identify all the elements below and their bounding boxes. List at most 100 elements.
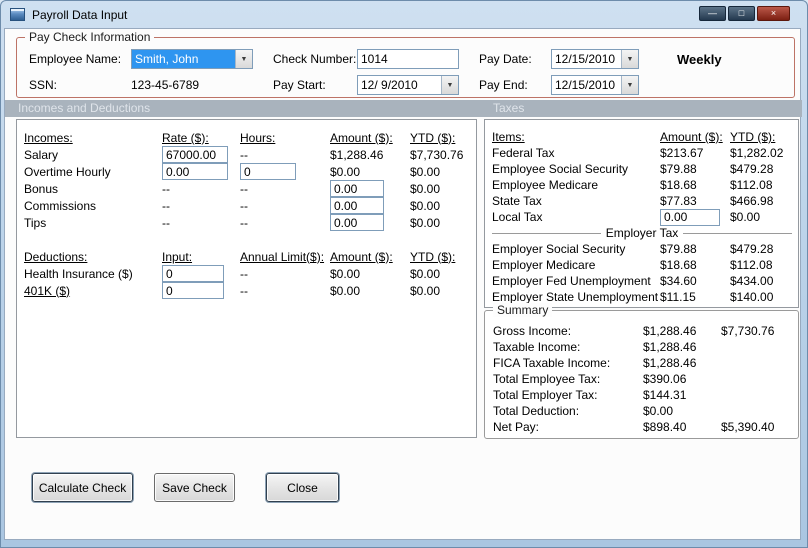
tax-cell: $79.88 (660, 242, 697, 256)
tax-cell: $112.08 (730, 258, 773, 272)
income-cell: $0.00 (410, 181, 441, 196)
income-cell: -- (162, 215, 170, 230)
tax-row-label: Employer Fed Unemployment (492, 274, 651, 288)
close-button[interactable]: × (757, 6, 790, 21)
employee-name-dropdown-button[interactable]: ▼ (235, 50, 252, 68)
employee-name-combobox[interactable]: Smith, John ▼ (131, 49, 253, 69)
tax-cell: $34.60 (660, 274, 697, 288)
rate-header: Rate ($): (162, 130, 209, 145)
pay-start-picker[interactable]: 12/ 9/2010 ▼ (357, 75, 459, 95)
summary-row-label: Taxable Income: (493, 340, 581, 354)
summary-group-label: Summary (493, 303, 553, 317)
check-number-input[interactable] (357, 49, 459, 69)
maximize-button[interactable]: □ (728, 6, 755, 21)
summary-cell: $0.00 (643, 404, 674, 418)
tax-cell: $77.83 (660, 194, 697, 208)
pay-end-label: Pay End: (479, 78, 528, 92)
summary-row-label: Total Employer Tax: (493, 388, 598, 402)
deduction-cell: $0.00 (410, 283, 441, 298)
minimize-button[interactable]: — (699, 6, 726, 21)
income-row-label: Commissions (24, 198, 97, 213)
pay-end-picker[interactable]: 12/15/2010 ▼ (551, 75, 639, 95)
employee-name-label: Employee Name: (29, 52, 122, 66)
overtime-hours-input[interactable] (240, 163, 296, 180)
tax-cell: $0.00 (730, 210, 761, 224)
deduction-cell: $0.00 (330, 283, 361, 298)
calculate-check-button[interactable]: Calculate Check (32, 473, 133, 502)
deduction-row-label: Health Insurance ($) (24, 266, 133, 281)
employer-tax-divider: Employer Tax (492, 225, 792, 241)
pay-start-label: Pay Start: (273, 78, 326, 92)
app-icon (10, 8, 25, 21)
pay-start-dropdown-button[interactable]: ▼ (441, 76, 458, 94)
save-check-button[interactable]: Save Check (154, 473, 235, 502)
tax-cell: $434.00 (730, 274, 774, 288)
tax-cell: $466.98 (730, 194, 774, 208)
income-cell: -- (240, 198, 248, 213)
tax-row-label: Employee Social Security (492, 162, 629, 176)
tips-amount-input[interactable] (330, 214, 384, 231)
titlebar[interactable]: Payroll Data Input — □ × (4, 1, 799, 28)
tax-row-label: Employer Medicare (492, 258, 596, 272)
summary-cell: $7,730.76 (721, 324, 775, 338)
employer-tax-group-label: Employer Tax (605, 226, 679, 240)
summary-cell: $1,288.46 (643, 324, 697, 338)
input-header: Input: (162, 249, 193, 264)
overtime-rate-input[interactable] (162, 163, 228, 180)
paycheck-group-label: Pay Check Information (25, 30, 155, 44)
health-insurance-input[interactable] (162, 265, 224, 282)
tax-cell: $1,282.02 (730, 146, 784, 160)
income-row-label: Bonus (24, 181, 59, 196)
pay-frequency-label: Weekly (677, 51, 722, 67)
summary-cell: $5,390.40 (721, 420, 775, 434)
close-icon: × (770, 8, 777, 18)
income-cell: $0.00 (410, 164, 441, 179)
pay-date-picker[interactable]: 12/15/2010 ▼ (551, 49, 639, 69)
deduction-cell: -- (240, 266, 248, 281)
deduction-cell: $0.00 (410, 266, 441, 281)
ssn-label: SSN: (29, 78, 58, 92)
deductions-header: Deductions: (24, 249, 88, 264)
local-tax-input[interactable] (660, 208, 720, 226)
pay-end-dropdown-button[interactable]: ▼ (621, 76, 638, 94)
window-title: Payroll Data Input (32, 7, 128, 22)
commissions-amount-input[interactable] (330, 197, 384, 214)
summary-cell: $144.31 (643, 388, 687, 402)
tax-cell: $213.67 (660, 146, 704, 160)
close-dialog-button[interactable]: Close (266, 473, 339, 502)
tax-cell: $140.00 (730, 290, 774, 304)
tax-row-label: Federal Tax (492, 146, 555, 160)
income-cell: -- (240, 215, 248, 230)
summary-cell: $1,288.46 (643, 340, 697, 354)
summary-row-label: Total Deduction: (493, 404, 580, 418)
income-row-label: Salary (24, 147, 59, 162)
k401-input[interactable] (162, 282, 224, 299)
bonus-amount-input[interactable] (330, 180, 384, 197)
pay-end-value: 12/15/2010 (555, 78, 616, 92)
tax-cell: $11.15 (660, 290, 696, 304)
income-cell: $1,288.46 (330, 147, 384, 162)
ytd-header: YTD ($): (730, 130, 776, 144)
incomes-section-label: Incomes and Deductions (18, 101, 151, 115)
payroll-window: Payroll Data Input — □ × Pay Check Infor… (0, 0, 808, 548)
minimize-icon: — (708, 8, 717, 18)
window-controls: — □ × (699, 6, 790, 21)
tax-cell: $79.88 (660, 162, 697, 176)
pay-start-value: 12/ 9/2010 (361, 78, 418, 92)
dialog-body: Pay Check Information Employee Name: Smi… (4, 28, 802, 540)
income-cell: -- (240, 147, 248, 162)
tax-cell: $112.08 (730, 178, 773, 192)
salary-rate-input[interactable] (162, 146, 228, 163)
paycheck-info-group: Pay Check Information Employee Name: Smi… (16, 30, 795, 98)
annual-limit-header: Annual Limit($): (240, 249, 325, 264)
chevron-down-icon: ▼ (240, 55, 248, 63)
pay-date-dropdown-button[interactable]: ▼ (621, 50, 638, 68)
k401-link-label[interactable]: 401K ($) (24, 284, 162, 298)
taxes-section-label: Taxes (493, 101, 525, 115)
section-band: Incomes and Deductions Taxes (5, 100, 802, 117)
button-row: Calculate Check Save Check Close (32, 473, 339, 502)
summary-cell: $1,288.46 (643, 356, 697, 370)
incomes-table: Incomes: Rate ($): Hours: Amount ($): YT… (24, 129, 470, 299)
employee-name-value: Smith, John (132, 50, 235, 68)
chevron-down-icon: ▼ (446, 81, 454, 89)
